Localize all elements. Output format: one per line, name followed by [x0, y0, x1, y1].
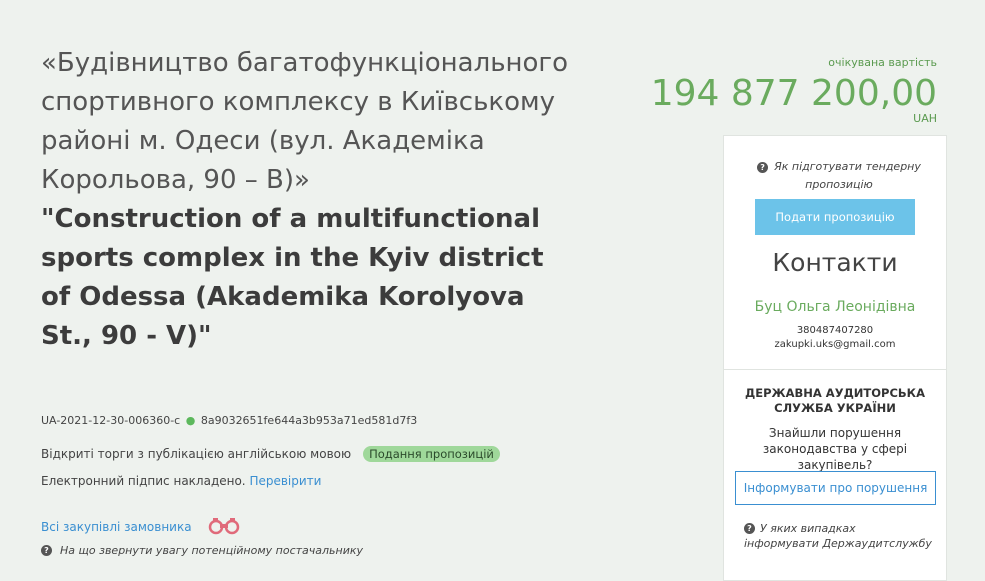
all-purchases-link[interactable]: Всі закупівлі замовника [41, 520, 192, 534]
report-violation-button[interactable]: Інформувати про порушення [735, 471, 936, 505]
question-circle-icon: ? [757, 161, 769, 173]
tender-header: «Будівництво багатофункціонального спорт… [41, 44, 581, 356]
tender-id-line: UA-2021-12-30-006360-c ● 8a9032651fe644a… [41, 414, 417, 427]
audit-hint-text: У яких випадках інформувати Держаудитслу… [744, 522, 932, 550]
submit-proposal-button[interactable]: Подати пропозицію [755, 199, 915, 235]
attention-hint[interactable]: ? На що звернути увагу потенційному пост… [41, 544, 363, 557]
how-to-hint-text: Як підготувати тендерну пропозицію [774, 160, 921, 191]
signature-check-link[interactable]: Перевірити [249, 474, 321, 488]
how-to-hint[interactable]: ? Як підготувати тендерну пропозицію [754, 158, 924, 194]
contacts-title: Контакти [772, 248, 898, 277]
status-dot-icon: ● [185, 414, 196, 427]
procedure-line: Відкриті торги з публікацією англійською… [41, 446, 500, 462]
attention-hint-text: На що звернути увагу потенційному постач… [60, 544, 364, 557]
all-purchases-row: Всі закупівлі замовника [41, 515, 242, 538]
signature-line: Електронний підпис накладено. Перевірити [41, 474, 321, 488]
procedure-type: Відкриті торги з публікацією англійською… [41, 447, 352, 461]
contact-email: zakupki.uks@gmail.com [774, 339, 896, 350]
binoculars-icon[interactable] [206, 515, 242, 538]
tender-title-en: "Construction of a multifunctional sport… [41, 204, 544, 351]
audit-panel: ДЕРЖАВНА АУДИТОРСЬКА СЛУЖБА УКРАЇНИ Знай… [723, 370, 947, 581]
price-amount: 194 877 200,00 [650, 73, 937, 114]
price-currency: UAH [913, 112, 937, 125]
audit-title: ДЕРЖАВНА АУДИТОРСЬКА СЛУЖБА УКРАЇНИ [745, 386, 925, 415]
offer-panel: ? Як підготувати тендерну пропозицію Пода… [723, 135, 947, 370]
tender-title-ua: «Будівництво багатофункціонального спорт… [41, 48, 568, 195]
contact-name: Буц Ольга Леонідівна [754, 299, 916, 315]
audit-text: Знайшли порушення законодавства у сфері … [762, 426, 908, 472]
question-circle-icon: ? [41, 545, 52, 556]
question-circle-icon: ? [744, 523, 755, 534]
status-badge: Подання пропозицій [363, 446, 500, 462]
tender-hash: 8a9032651fe644a3b953a71ed581d7f3 [200, 414, 418, 427]
price-label: очікувана вартість [828, 56, 937, 69]
signature-text: Електронний підпис накладено. [41, 474, 246, 488]
contact-phone: 380487407280 [796, 325, 874, 336]
audit-hint[interactable]: ? У яких випадках інформувати Держаудитсл… [744, 521, 934, 551]
tender-id[interactable]: UA-2021-12-30-006360-c [41, 414, 180, 427]
